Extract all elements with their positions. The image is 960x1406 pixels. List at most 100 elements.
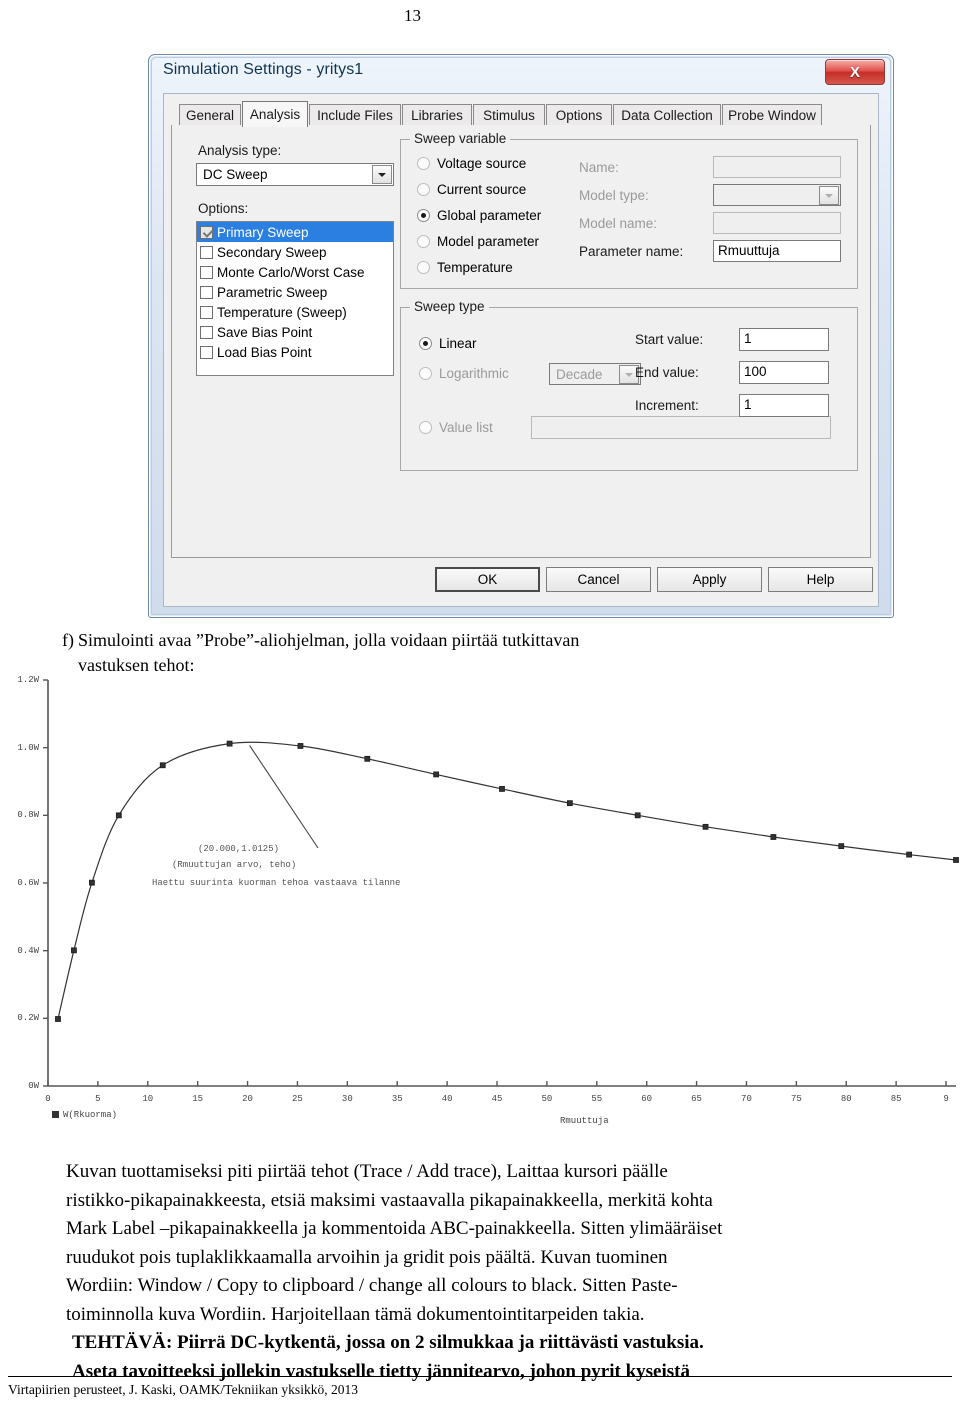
- instruction-line: Mark Label –pikapainakkeella ja kommento…: [66, 1218, 723, 1239]
- tab-label: Analysis: [249, 107, 301, 122]
- ok-button[interactable]: OK: [435, 567, 540, 592]
- increment-label: Increment:: [635, 398, 699, 413]
- x-axis-tick-label: 20: [242, 1094, 253, 1104]
- radio-linear[interactable]: Linear: [419, 336, 477, 351]
- button-label: Apply: [692, 572, 727, 587]
- tab-label: Include Files: [317, 108, 393, 123]
- x-axis-tick-label: 50: [541, 1094, 553, 1104]
- option-item-parametric-sweep[interactable]: Parametric Sweep: [197, 282, 393, 302]
- radio-value-list[interactable]: Value list: [419, 420, 493, 435]
- data-point-marker: [838, 843, 845, 850]
- checkbox-icon[interactable]: [200, 325, 213, 339]
- log-scale-select[interactable]: Decade: [549, 363, 641, 385]
- annotation-leader-line: [249, 745, 319, 849]
- tab-label: Libraries: [411, 108, 463, 123]
- data-point-marker: [906, 851, 913, 858]
- model-type-select[interactable]: [713, 184, 841, 206]
- tab-stimulus[interactable]: Stimulus: [473, 104, 545, 126]
- radio-current-source[interactable]: Current source: [417, 182, 526, 197]
- chevron-down-icon[interactable]: [819, 186, 839, 205]
- x-axis-tick-label: 30: [341, 1094, 353, 1104]
- option-item-label: Parametric Sweep: [217, 284, 328, 300]
- data-point-marker: [566, 800, 573, 807]
- option-item-label: Monte Carlo/Worst Case: [217, 264, 365, 280]
- name-input[interactable]: [713, 156, 841, 178]
- tab-include-files[interactable]: Include Files: [309, 104, 401, 126]
- apply-button[interactable]: Apply: [657, 567, 762, 592]
- x-axis-tick-label: 0: [45, 1094, 51, 1104]
- instruction-line: Wordiin: Window / Copy to clipboard / ch…: [66, 1275, 678, 1296]
- chevron-down-icon[interactable]: [372, 165, 392, 184]
- increment-input[interactable]: 1: [739, 394, 829, 417]
- sweep-variable-title: Sweep variable: [410, 131, 511, 146]
- dialog-button-row: OK Cancel Apply Help: [171, 564, 873, 598]
- radio-model-parameter[interactable]: Model parameter: [417, 234, 539, 249]
- footer-divider: [8, 1376, 952, 1377]
- radio-global-parameter[interactable]: Global parameter: [417, 208, 541, 223]
- radio-voltage-source-label: Voltage source: [437, 156, 527, 171]
- x-axis-tick-label: 10: [142, 1094, 154, 1104]
- checkbox-icon[interactable]: [200, 285, 213, 299]
- tab-probe-window[interactable]: Probe Window: [722, 104, 822, 126]
- help-button[interactable]: Help: [768, 567, 873, 592]
- data-point-marker: [433, 771, 440, 778]
- option-item-secondary-sweep[interactable]: Secondary Sweep: [197, 242, 393, 262]
- end-value-label: End value:: [635, 365, 699, 380]
- checkbox-icon[interactable]: [200, 265, 213, 279]
- radio-temperature[interactable]: Temperature: [417, 260, 513, 275]
- x-axis-tick-label: 9: [943, 1094, 949, 1104]
- annotation-description: Haettu suurinta kuorman tehoa vastaava t…: [152, 878, 401, 888]
- analysis-type-select[interactable]: DC Sweep: [196, 163, 394, 186]
- tab-analysis[interactable]: Analysis: [242, 101, 308, 127]
- radio-voltage-source[interactable]: Voltage source: [417, 156, 526, 171]
- legend-marker-icon: [52, 1111, 59, 1119]
- legend-entry: W(Rkuorma): [52, 1110, 117, 1120]
- y-axis-tick-label: 0.2W: [17, 1013, 39, 1024]
- options-list[interactable]: Primary Sweep Secondary Sweep Monte Carlo/…: [196, 221, 394, 376]
- option-item-label: Primary Sweep: [217, 224, 309, 240]
- tab-libraries[interactable]: Libraries: [402, 104, 472, 126]
- x-axis-tick-label: 45: [491, 1094, 503, 1104]
- tab-label: Data Collection: [621, 108, 713, 123]
- radio-global-parameter-indicator: [417, 209, 430, 222]
- annotation-coordinate: (20.000,1.0125): [198, 844, 280, 854]
- option-item-save-bias-point[interactable]: Save Bias Point: [197, 322, 393, 342]
- model-name-label: Model name:: [579, 216, 658, 231]
- tab-data-collection[interactable]: Data Collection: [613, 104, 721, 126]
- tab-label: Options: [555, 108, 603, 123]
- instruction-line: toiminnolla kuva Wordiin. Harjoitellaan …: [66, 1303, 645, 1325]
- checkbox-icon[interactable]: [200, 245, 213, 259]
- dialog-client-area: General Analysis Include Files Libraries Sti…: [163, 93, 879, 607]
- end-value-input[interactable]: 100: [739, 361, 829, 384]
- radio-voltage-source-indicator: [417, 157, 430, 170]
- start-value-label: Start value:: [635, 332, 704, 347]
- checkbox-icon[interactable]: [200, 225, 213, 239]
- parameter-name-label: Parameter name:: [579, 244, 684, 259]
- radio-current-source-indicator: [417, 183, 430, 196]
- option-item-monte-carlo-worst-case[interactable]: Monte Carlo/Worst Case: [197, 262, 393, 282]
- tab-general[interactable]: General: [179, 104, 241, 126]
- parameter-name-input[interactable]: Rmuuttuja: [713, 240, 841, 262]
- x-axis-tick-label: 80: [840, 1094, 852, 1104]
- dialog-titlebar[interactable]: Simulation Settings - yritys1 X: [149, 55, 893, 89]
- checkbox-icon[interactable]: [200, 345, 213, 359]
- radio-logarithmic-label: Logarithmic: [439, 366, 509, 381]
- model-name-input[interactable]: [713, 212, 841, 234]
- close-icon[interactable]: X: [825, 59, 885, 85]
- data-point-marker: [953, 857, 959, 863]
- data-point-marker: [71, 947, 77, 954]
- tab-options[interactable]: Options: [546, 104, 612, 126]
- option-item-temperature-sweep[interactable]: Temperature (Sweep): [197, 302, 393, 322]
- option-item-load-bias-point[interactable]: Load Bias Point: [197, 342, 393, 362]
- x-axis-tick-label: 85: [890, 1094, 902, 1104]
- option-item-primary-sweep[interactable]: Primary Sweep: [197, 222, 393, 242]
- value-list-input[interactable]: [531, 416, 831, 439]
- instruction-line: ristikko-pikapainakkeesta, etsiä maksimi…: [66, 1189, 713, 1211]
- checkbox-icon[interactable]: [200, 305, 213, 319]
- radio-logarithmic[interactable]: Logarithmic: [419, 366, 509, 381]
- cancel-button[interactable]: Cancel: [546, 567, 651, 592]
- tab-strip: General Analysis Include Files Libraries Sti…: [171, 101, 871, 127]
- start-value-input[interactable]: 1: [739, 328, 829, 351]
- data-point-marker: [634, 812, 641, 819]
- radio-value-list-indicator: [419, 421, 432, 434]
